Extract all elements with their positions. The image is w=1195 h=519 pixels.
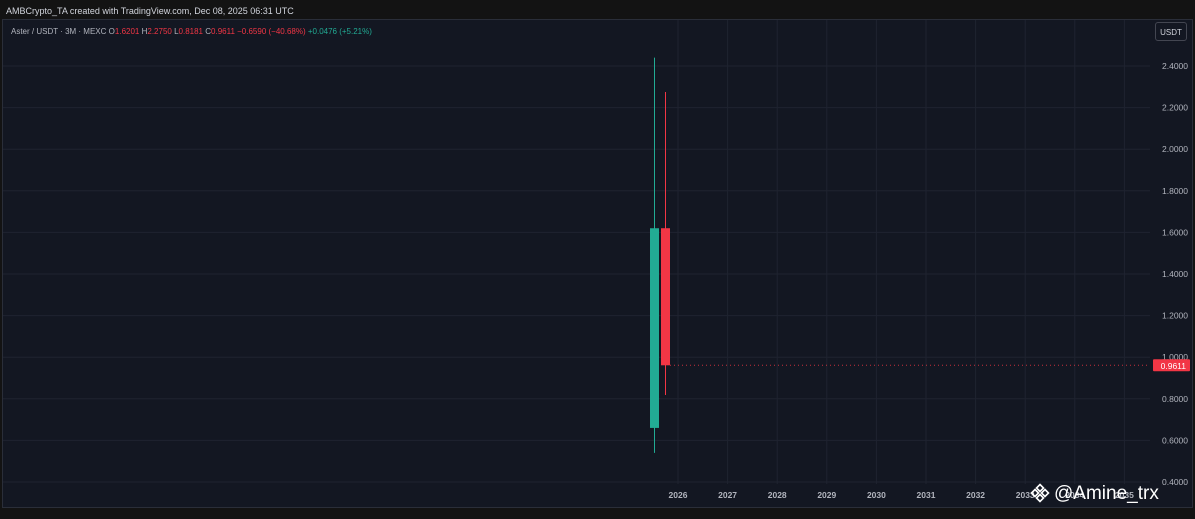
y-tick-label: 0.4000 bbox=[1162, 477, 1188, 487]
y-tick-label: 0.6000 bbox=[1162, 435, 1188, 445]
legend-change: −0.6590 (−40.68%) bbox=[237, 27, 306, 36]
legend-low-value: 0.8181 bbox=[178, 27, 203, 36]
y-tick-label: 2.0000 bbox=[1162, 144, 1188, 154]
price-chart[interactable]: 2.4000 2.2000 2.0000 1.8000 1.6000 1.4000 1.20… bbox=[0, 0, 1195, 519]
candle-body[interactable] bbox=[650, 228, 659, 428]
x-tick-label: 2026 bbox=[669, 490, 688, 500]
x-tick-label: 2032 bbox=[966, 490, 985, 500]
legend-symbol[interactable]: Aster / USDT · 3M · MEXC bbox=[11, 27, 106, 36]
legend-volume-change: +0.0476 (+5.21%) bbox=[307, 27, 372, 36]
x-tick-label: 2027 bbox=[718, 490, 737, 500]
y-tick-label: 1.2000 bbox=[1162, 311, 1188, 321]
y-tick-label: 2.4000 bbox=[1162, 61, 1188, 71]
legend-close-value: 0.9611 bbox=[211, 27, 235, 36]
legend-open-value: 1.6201 bbox=[114, 27, 140, 36]
x-tick-label: 2031 bbox=[917, 490, 936, 500]
symbol-legend: Aster / USDT · 3M · MEXC O1.6201 H2.2750… bbox=[11, 27, 372, 36]
y-tick-label: 0.8000 bbox=[1162, 394, 1188, 404]
legend-high-value: 2.2750 bbox=[147, 27, 172, 36]
y-tick-label: 1.4000 bbox=[1162, 269, 1188, 279]
x-tick-label: 2029 bbox=[817, 490, 836, 500]
footer-strip bbox=[0, 508, 1195, 519]
y-tick-label: 1.8000 bbox=[1162, 186, 1188, 196]
candle-body[interactable] bbox=[661, 228, 670, 366]
x-tick-label: 2028 bbox=[768, 490, 787, 500]
last-price-label: 0.9611 bbox=[1161, 361, 1187, 371]
y-tick-label: 2.2000 bbox=[1162, 103, 1188, 113]
x-tick-label: 2030 bbox=[867, 490, 886, 500]
watermark-text: @Amine_trx bbox=[1054, 483, 1159, 504]
binance-logo-icon bbox=[1030, 483, 1050, 503]
y-tick-label: 1.6000 bbox=[1162, 227, 1188, 237]
watermark: @Amine_trx bbox=[1030, 482, 1159, 506]
currency-unit-button[interactable]: USDT bbox=[1155, 22, 1187, 41]
